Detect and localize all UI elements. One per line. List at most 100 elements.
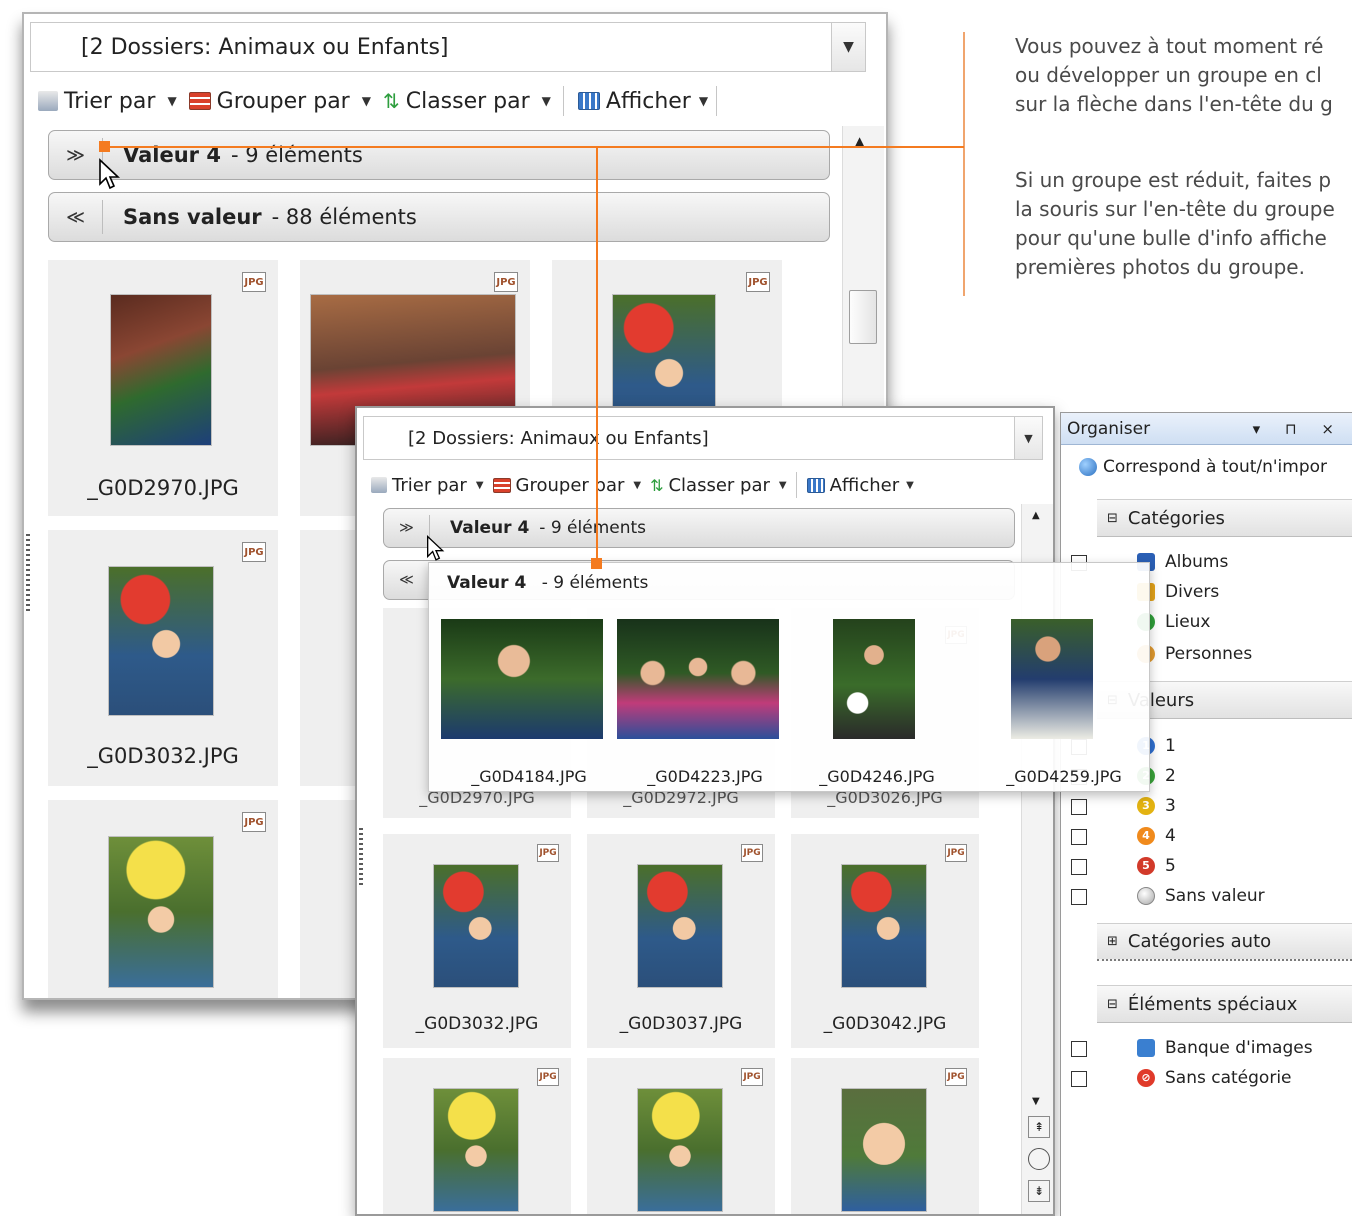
rank-by-button[interactable]: ⇅ Classer par ▼ bbox=[650, 475, 796, 496]
annotation-marker bbox=[99, 141, 110, 152]
tree-item-value-5[interactable]: 5 5 bbox=[1137, 851, 1176, 881]
preview-thumbnail bbox=[1011, 619, 1093, 739]
chevron-down-icon: ▼ bbox=[167, 94, 177, 108]
chevron-down-icon: ▼ bbox=[541, 94, 551, 108]
photo-thumbnail bbox=[637, 864, 723, 988]
chevron-down-icon: ▼ bbox=[633, 479, 642, 491]
page-down-button[interactable]: ⇟ bbox=[1028, 1180, 1050, 1202]
photo-tile[interactable]: JPG _G0D2970.JPG bbox=[48, 260, 278, 516]
folder-selector[interactable]: [2 Dossiers: Animaux ou Enfants] ▼ bbox=[363, 416, 1043, 460]
view-button[interactable]: Afficher ▼ bbox=[806, 475, 921, 496]
jpg-badge: JPG bbox=[741, 844, 763, 862]
tree-item-albums[interactable]: Albums bbox=[1137, 547, 1228, 577]
checkbox[interactable] bbox=[1071, 799, 1087, 815]
section-elements-speciaux[interactable]: ⊟ Éléments spéciaux bbox=[1097, 985, 1352, 1023]
checkbox[interactable] bbox=[1071, 829, 1087, 845]
scrollbar-thumb[interactable] bbox=[849, 290, 877, 344]
no-category-icon: ⊘ bbox=[1137, 1069, 1155, 1087]
toolbar-separator bbox=[795, 472, 797, 498]
splitter-grip[interactable] bbox=[26, 534, 30, 614]
photo-thumbnail bbox=[110, 294, 212, 446]
sort-by-button[interactable]: Trier par ▼ bbox=[371, 475, 493, 496]
collapse-box-icon[interactable]: ⊟ bbox=[1107, 511, 1118, 526]
collapse-chevron-icon[interactable]: ≫ bbox=[384, 514, 430, 542]
group-header-valeur-4[interactable]: ≫ Valeur 4 - 9 éléments bbox=[48, 130, 830, 180]
image-bank-icon bbox=[1137, 1039, 1155, 1057]
rank-by-button[interactable]: ⇅ Classer par ▼ bbox=[383, 89, 563, 114]
photo-tile[interactable]: JPG _G0D3032.JPG bbox=[383, 834, 571, 1048]
photo-thumbnail bbox=[433, 864, 519, 988]
tree-item-banque-images[interactable]: Banque d'images bbox=[1137, 1033, 1313, 1063]
group-header-sans-valeur[interactable]: ≪ Sans valeur - 88 éléments bbox=[48, 192, 830, 242]
chevron-down-icon: ▼ bbox=[906, 479, 914, 491]
photo-tile[interactable]: JPG bbox=[383, 1058, 571, 1214]
jpg-badge: JPG bbox=[945, 844, 967, 862]
photo-tile[interactable]: JPG bbox=[791, 1058, 979, 1214]
tooltip-header: Valeur 4 - 9 éléments bbox=[447, 573, 649, 593]
photo-thumbnail bbox=[637, 1088, 723, 1212]
collapse-box-icon[interactable]: ⊟ bbox=[1107, 997, 1118, 1012]
table-icon bbox=[492, 477, 511, 493]
jpg-badge: JPG bbox=[242, 272, 266, 292]
photo-tile[interactable]: JPG bbox=[48, 800, 278, 998]
section-categories[interactable]: ⊟ Catégories bbox=[1097, 499, 1352, 537]
group-by-button[interactable]: Grouper par ▼ bbox=[492, 475, 651, 496]
photo-tile[interactable] bbox=[300, 530, 360, 786]
checkbox[interactable] bbox=[1071, 1041, 1087, 1057]
jpg-badge: JPG bbox=[746, 272, 770, 292]
expand-chevron-icon[interactable]: ≪ bbox=[384, 566, 430, 594]
scroll-down-arrow-icon[interactable]: ▼ bbox=[1032, 1096, 1040, 1107]
scroll-up-arrow-icon[interactable]: ▲ bbox=[1032, 510, 1040, 521]
checkbox[interactable] bbox=[1071, 889, 1087, 905]
group-by-button[interactable]: Grouper par ▼ bbox=[188, 89, 383, 114]
expand-box-icon[interactable]: ⊞ bbox=[1107, 934, 1118, 949]
toolbar-separator bbox=[716, 86, 718, 116]
folder-dropdown-button[interactable]: ▼ bbox=[831, 23, 865, 71]
callout-paragraph-2: Si un groupe est réduit, faites p la sou… bbox=[1015, 168, 1335, 279]
chevron-down-icon: ▼ bbox=[475, 479, 484, 491]
organiser-panel: Organiser ▾ ⊓ × Correspond à tout/n'impo… bbox=[1060, 412, 1352, 1216]
funnel-icon bbox=[38, 91, 58, 111]
jpg-badge: JPG bbox=[242, 812, 266, 832]
view-button[interactable]: Afficher ▼ bbox=[577, 89, 716, 114]
match-mode-selector[interactable]: Correspond à tout/n'impor bbox=[1079, 451, 1327, 483]
table-icon bbox=[188, 92, 211, 110]
photo-tile[interactable]: JPG _G0D3032.JPG bbox=[48, 530, 278, 786]
folder-dropdown-button[interactable]: ▼ bbox=[1014, 417, 1042, 459]
tree-item-sans-categorie[interactable]: ⊘ Sans catégorie bbox=[1137, 1063, 1292, 1093]
panel-controls[interactable]: ▾ ⊓ × bbox=[1253, 420, 1344, 438]
group-header-valeur-4[interactable]: ≫ Valeur 4 - 9 éléments bbox=[383, 508, 1015, 548]
tree-item-value-4[interactable]: 4 4 bbox=[1137, 821, 1176, 851]
photo-tile[interactable]: JPG bbox=[587, 1058, 775, 1214]
photo-thumbnail bbox=[841, 864, 927, 988]
mouse-pointer-icon bbox=[427, 534, 445, 561]
view-grid-icon bbox=[806, 477, 825, 493]
tree-item-sans-valeur[interactable]: Sans valeur bbox=[1137, 881, 1265, 911]
checkbox[interactable] bbox=[1071, 859, 1087, 875]
collapse-chevron-icon[interactable]: ≫ bbox=[49, 138, 103, 172]
annotation-line bbox=[596, 146, 598, 564]
view-grid-icon bbox=[577, 92, 600, 110]
expand-chevron-icon[interactable]: ≪ bbox=[49, 200, 103, 234]
photo-tile[interactable]: JPG _G0D3042.JPG bbox=[791, 834, 979, 1048]
jpg-badge: JPG bbox=[494, 272, 518, 292]
preview-thumbnail bbox=[441, 619, 603, 739]
photo-tile[interactable] bbox=[300, 800, 360, 998]
tree-item-personnes[interactable]: Personnes bbox=[1137, 639, 1252, 669]
sort-by-button[interactable]: Trier par ▼ bbox=[38, 89, 189, 114]
tree-item-value-3[interactable]: 3 3 bbox=[1137, 791, 1176, 821]
file-name: _G0D3037.JPG bbox=[619, 1014, 743, 1034]
no-value-icon bbox=[1137, 887, 1155, 905]
checkbox[interactable] bbox=[1071, 1071, 1087, 1087]
splitter-grip[interactable] bbox=[359, 828, 363, 888]
section-categories-auto[interactable]: ⊞ Catégories auto bbox=[1097, 923, 1352, 961]
match-globe-icon bbox=[1079, 458, 1097, 476]
sort-arrows-icon: ⇅ bbox=[650, 475, 664, 495]
funnel-icon bbox=[371, 477, 387, 493]
photo-tile[interactable]: JPG _G0D3037.JPG bbox=[587, 834, 775, 1048]
jpg-badge: JPG bbox=[242, 542, 266, 562]
organiser-title-bar: Organiser ▾ ⊓ × bbox=[1061, 413, 1352, 445]
folder-selector[interactable]: [2 Dossiers: Animaux ou Enfants] ▼ bbox=[30, 22, 866, 72]
page-up-button[interactable]: ⇞ bbox=[1028, 1116, 1050, 1138]
scroll-center-button[interactable] bbox=[1028, 1148, 1050, 1170]
